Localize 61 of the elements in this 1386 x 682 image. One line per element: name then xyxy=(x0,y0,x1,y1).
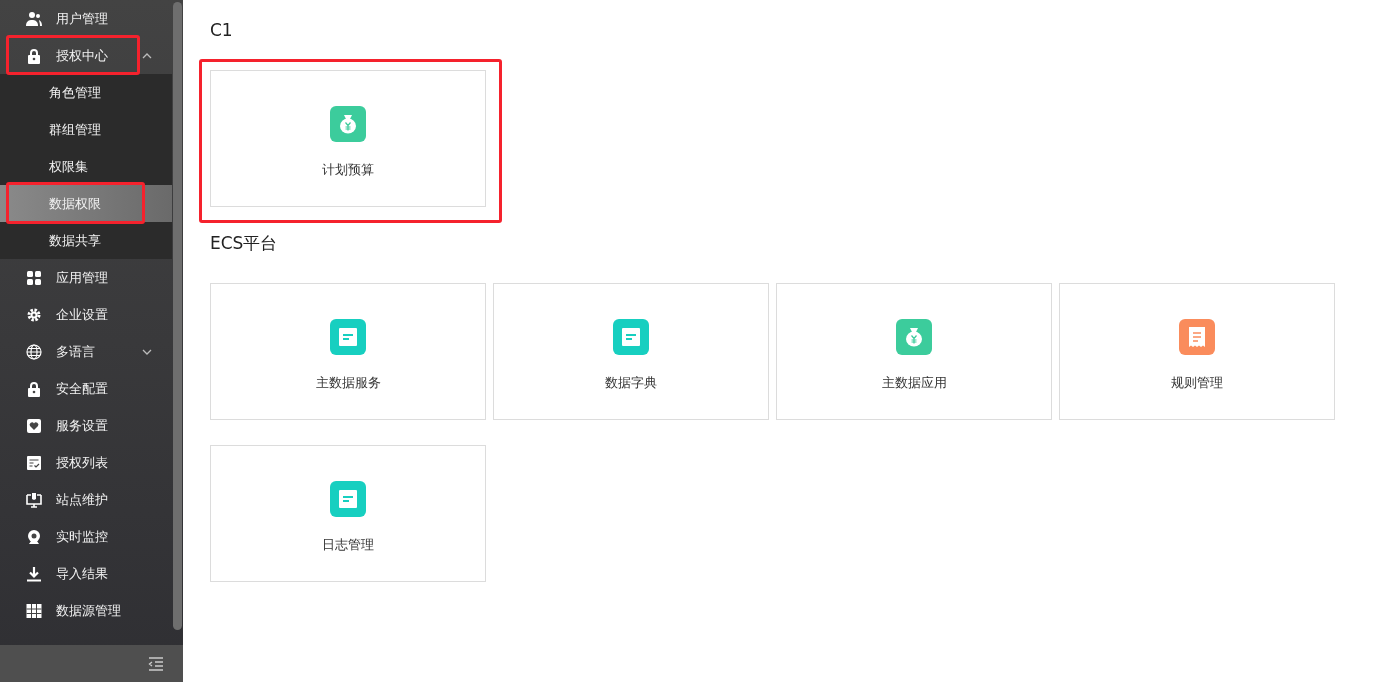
menu-label: 多语言 xyxy=(56,342,95,361)
menu-item[interactable]: 站点维护 xyxy=(0,481,172,518)
menu-item[interactable]: 多语言 xyxy=(0,333,172,370)
menu-label: 用户管理 xyxy=(56,9,108,28)
menu-label: 站点维护 xyxy=(56,490,108,509)
menu-label: 安全配置 xyxy=(56,379,108,398)
card-label: 计划预算 xyxy=(322,161,374,179)
menu-item[interactable]: 企业设置 xyxy=(0,296,172,333)
globe-icon xyxy=(26,343,42,360)
card-label: 日志管理 xyxy=(322,536,374,554)
menu-label: 权限集 xyxy=(49,157,88,176)
grid-icon xyxy=(26,269,42,286)
menu-item[interactable]: 导入结果 xyxy=(0,555,172,592)
menu-label: 群组管理 xyxy=(49,120,101,139)
card-label: 主数据应用 xyxy=(881,374,947,392)
submenu-item[interactable]: 数据权限 xyxy=(0,185,172,222)
lock-icon xyxy=(26,380,42,397)
menu-label: 授权中心 xyxy=(56,46,108,65)
app-card[interactable]: 计划预算 xyxy=(210,70,486,207)
menu-label: 数据权限 xyxy=(49,194,101,213)
submenu-item[interactable]: 群组管理 xyxy=(0,111,172,148)
settings-icon xyxy=(26,306,42,323)
section-title: C1 xyxy=(210,19,233,42)
menu-label: 实时监控 xyxy=(56,527,108,546)
menu-label: 授权列表 xyxy=(56,453,108,472)
webcam-icon xyxy=(26,528,42,545)
collapse-menu-icon[interactable] xyxy=(148,656,164,671)
card-label: 数据字典 xyxy=(605,374,657,392)
app-card[interactable]: 规则管理 xyxy=(1059,283,1335,420)
scrollbar-thumb[interactable] xyxy=(173,2,182,630)
menu-item[interactable]: 数据源管理 xyxy=(0,592,172,629)
checklist-icon xyxy=(26,454,42,471)
app-card[interactable]: 数据字典 xyxy=(493,283,769,420)
menu-label: 数据共享 xyxy=(49,231,101,250)
monitor-icon xyxy=(26,491,42,508)
submenu-item[interactable]: 数据共享 xyxy=(0,222,172,259)
menu-label: 服务设置 xyxy=(56,416,108,435)
section-title: ECS平台 xyxy=(210,232,278,255)
menu-item[interactable]: 应用管理 xyxy=(0,259,172,296)
menu-label: 应用管理 xyxy=(56,268,108,287)
card-label: 规则管理 xyxy=(1171,374,1223,392)
menu-item[interactable]: 授权中心 xyxy=(0,37,172,74)
table-icon xyxy=(26,602,42,619)
app-card[interactable]: 主数据应用 xyxy=(776,283,1052,420)
menu-label: 企业设置 xyxy=(56,305,108,324)
submenu-item[interactable]: 权限集 xyxy=(0,148,172,185)
app-card[interactable]: 日志管理 xyxy=(210,445,486,582)
menu-item[interactable]: 安全配置 xyxy=(0,370,172,407)
menu-label: 导入结果 xyxy=(56,564,108,583)
menu-label: 数据源管理 xyxy=(56,601,121,620)
menu-item[interactable]: 授权列表 xyxy=(0,444,172,481)
menu-item[interactable]: 实时监控 xyxy=(0,518,172,555)
download-icon xyxy=(26,565,42,582)
menu-label: 角色管理 xyxy=(49,83,101,102)
menu-item[interactable]: 服务设置 xyxy=(0,407,172,444)
users-icon xyxy=(26,10,42,27)
lock-icon xyxy=(26,47,42,64)
app-card[interactable]: 主数据服务 xyxy=(210,283,486,420)
submenu-item[interactable]: 角色管理 xyxy=(0,74,172,111)
menu-item[interactable]: 用户管理 xyxy=(0,0,172,37)
card-label: 主数据服务 xyxy=(315,374,381,392)
